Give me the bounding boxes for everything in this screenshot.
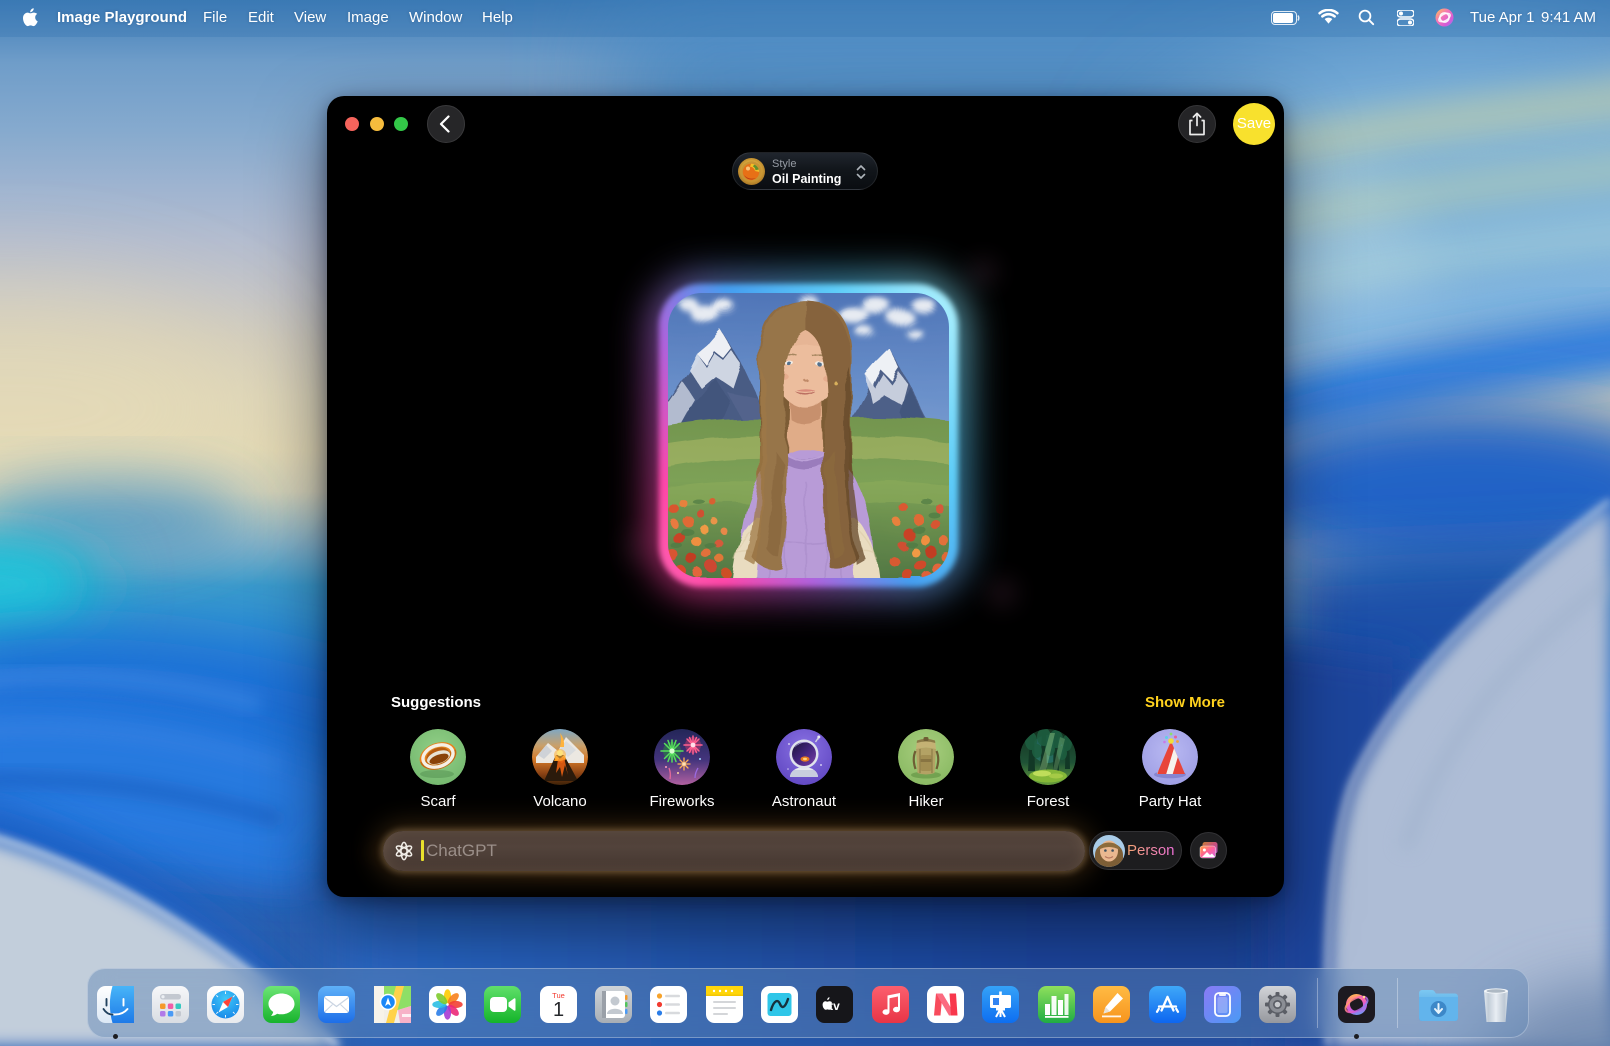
svg-text:1: 1 [553,999,564,1021]
